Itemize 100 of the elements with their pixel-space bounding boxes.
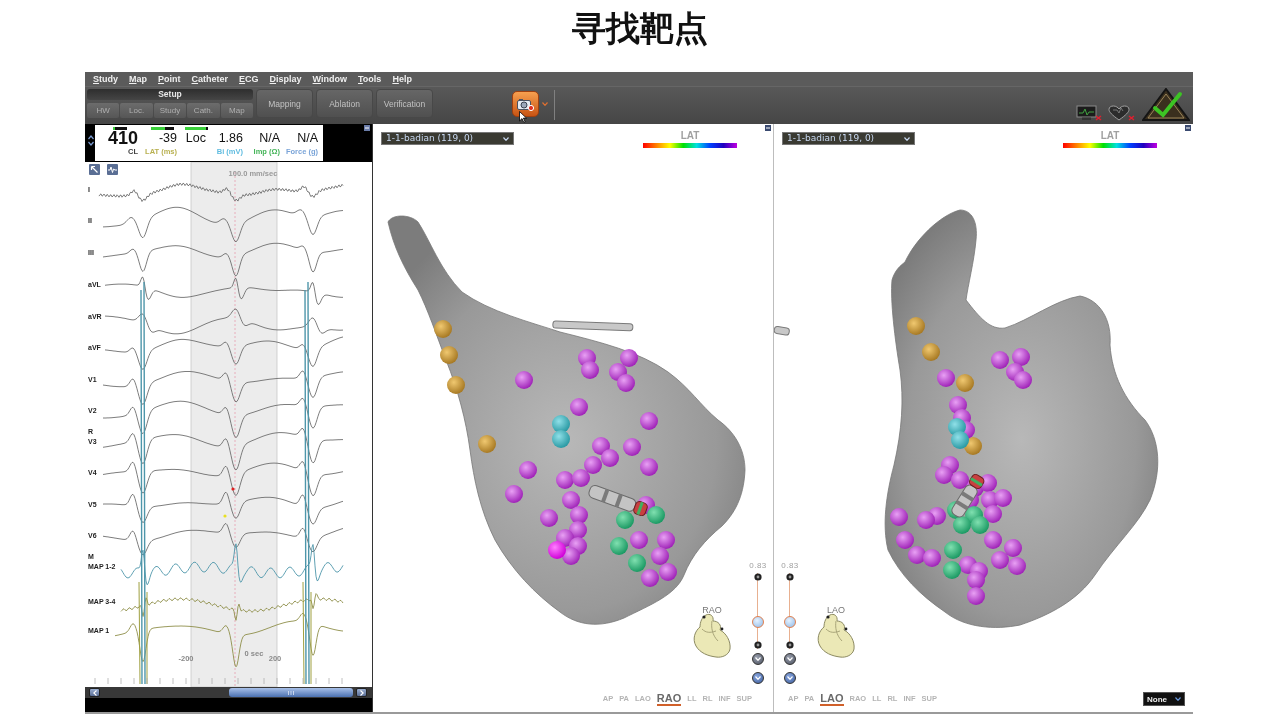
readout-value: 410 — [107, 130, 138, 147]
dataset-select[interactable]: 1-1-badian (119, 0) — [381, 132, 514, 145]
setup-step-button[interactable]: HW — [87, 103, 120, 118]
triangle-check-icon[interactable] — [1142, 88, 1190, 121]
map-point-marker — [943, 561, 961, 579]
menu-item[interactable]: Map — [129, 73, 148, 85]
map-point-marker — [951, 471, 969, 489]
chevron-left-icon — [92, 689, 97, 696]
heart-orientation-icon[interactable] — [692, 613, 732, 659]
map-point-marker — [548, 541, 566, 559]
map-point-marker — [628, 554, 646, 572]
chevron-right-icon — [359, 689, 364, 696]
orientation-label: LAO — [827, 605, 845, 615]
readout-value: N/A — [259, 130, 280, 147]
chevron-down-button[interactable] — [752, 672, 764, 684]
slider-reading: 0.83 — [749, 561, 767, 571]
map-point-marker — [951, 431, 969, 449]
chevron-down-icon — [787, 676, 793, 680]
pointer-tool-icon[interactable] — [89, 164, 100, 175]
view-button[interactable]: RAO — [656, 692, 682, 706]
waveform-tool-icon[interactable] — [107, 164, 118, 175]
map-point-marker — [434, 320, 452, 338]
map-point-marker — [540, 509, 558, 527]
map-point-marker — [610, 537, 628, 555]
scroll-right-button[interactable] — [356, 688, 367, 697]
map-point-marker — [967, 587, 985, 605]
map-point-marker — [647, 506, 665, 524]
readout-value: Loc — [185, 130, 206, 147]
chevron-down-button[interactable] — [784, 653, 796, 665]
map-point-marker — [896, 531, 914, 549]
scroll-left-button[interactable] — [89, 688, 100, 697]
monitor-icon[interactable] — [1076, 105, 1102, 121]
scrollbar-thumb[interactable] — [229, 688, 353, 697]
setup-tab[interactable]: Setup — [87, 89, 253, 100]
caret-icon — [904, 136, 910, 141]
map-point-marker — [440, 346, 458, 364]
map-point-marker — [592, 437, 610, 455]
menu-item[interactable]: Window — [312, 73, 347, 85]
slider-reading: 0.83 — [781, 561, 799, 571]
dataset-select[interactable]: 1-1-badian (119, 0) — [782, 132, 915, 145]
menu-item[interactable]: Study — [93, 73, 118, 85]
menu-item[interactable]: Catheter — [191, 73, 229, 85]
setup-step-button[interactable]: Map — [220, 103, 254, 118]
heart-icon[interactable] — [1108, 105, 1136, 121]
map-point-marker — [937, 369, 955, 387]
map-point-marker — [890, 508, 908, 526]
readout-value: N/A — [297, 130, 318, 147]
legend-title: LAT — [680, 130, 700, 141]
point-marker-icon — [223, 514, 227, 518]
map-point-marker — [623, 438, 641, 456]
chevron-down-icon — [755, 676, 761, 680]
map-point-marker — [967, 571, 985, 589]
slider-thumb[interactable] — [784, 615, 796, 628]
map-point-marker — [519, 461, 537, 479]
legend-title: LAT — [1100, 130, 1120, 141]
catheter — [587, 483, 649, 518]
menu-item[interactable]: Help — [392, 73, 412, 85]
map-point-marker — [935, 466, 953, 484]
map-point-marker — [478, 435, 496, 453]
slider-thumb[interactable] — [752, 615, 764, 628]
square-icon[interactable] — [1185, 125, 1191, 131]
chevron-down-icon — [755, 657, 761, 661]
menu-item[interactable]: ECG — [239, 73, 259, 85]
readout-value: -39 — [158, 130, 177, 147]
map-point-marker — [922, 343, 940, 361]
caret-icon[interactable] — [542, 102, 548, 106]
setup-step-button[interactable]: Cath. — [187, 103, 220, 118]
caret-icon — [1175, 697, 1181, 701]
map-point-marker — [562, 547, 580, 565]
square-icon[interactable] — [765, 125, 771, 131]
chevron-down-icon — [787, 657, 793, 661]
map-point-marker — [917, 511, 935, 529]
view-button[interactable]: LAO — [820, 692, 844, 706]
map-point-marker — [907, 317, 925, 335]
map-point-marker — [572, 469, 590, 487]
map-point-marker — [640, 412, 658, 430]
up-down-arrows-icon[interactable] — [88, 135, 94, 146]
readout-value: 1.86 — [218, 130, 243, 147]
map-point-marker — [1012, 348, 1030, 366]
map-point-marker — [505, 485, 523, 503]
menu-item[interactable]: Display — [269, 73, 302, 85]
map-point-marker — [908, 546, 926, 564]
caret-icon — [503, 136, 509, 141]
menu-item[interactable]: Tools — [358, 73, 382, 85]
map-point-marker — [991, 351, 1009, 369]
map-point-marker — [552, 415, 570, 433]
chevron-down-button[interactable] — [784, 672, 796, 684]
setup-step-button[interactable]: Loc. — [120, 103, 153, 118]
map-point-marker — [984, 505, 1002, 523]
menu-item[interactable]: Point — [158, 73, 181, 85]
display-mode-select[interactable]: None — [1143, 692, 1185, 706]
chevron-down-button[interactable] — [752, 653, 764, 665]
heart-orientation-icon[interactable] — [816, 613, 856, 659]
map-point-marker — [570, 398, 588, 416]
map-point-marker — [562, 491, 580, 509]
map-point-marker — [984, 531, 1002, 549]
catheter — [949, 472, 986, 520]
map-point-marker — [640, 458, 658, 476]
setup-step-button[interactable]: Study — [153, 103, 187, 118]
map-point-marker — [651, 547, 669, 565]
